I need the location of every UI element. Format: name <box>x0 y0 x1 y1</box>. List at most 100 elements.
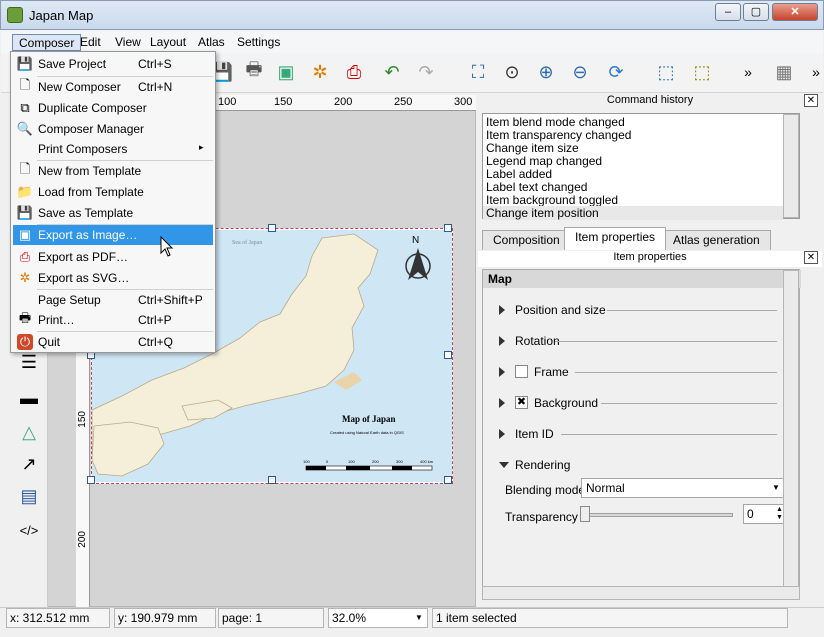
zoom-in-icon[interactable]: ⊕ <box>533 59 559 85</box>
menu-view[interactable]: View <box>109 34 147 51</box>
tab-composition[interactable]: Composition <box>482 230 571 250</box>
transparency-slider-handle[interactable] <box>580 506 590 522</box>
status-selection: 1 item selected <box>432 608 788 628</box>
menu-layout[interactable]: Layout <box>144 34 192 51</box>
duplicate-icon: ⧉ <box>20 100 30 115</box>
select-item-icon[interactable]: ⬚ <box>653 59 679 85</box>
menu-print-composers[interactable]: Print Composers ▸ <box>13 139 213 159</box>
properties-scrollbar[interactable] <box>783 270 799 590</box>
export-image-icon: ▣ <box>18 227 32 242</box>
ruler-tick-label: 200 <box>334 96 353 108</box>
tab-item-properties[interactable]: Item properties <box>564 227 667 250</box>
add-html-icon[interactable]: </> <box>16 517 42 543</box>
history-item[interactable]: Change item size <box>486 141 579 155</box>
status-y-coordinate: y: 190.979 mm <box>114 608 216 628</box>
move-content-icon[interactable]: ⬚ <box>689 59 715 85</box>
undo-icon[interactable]: ↶ <box>379 59 405 85</box>
print-icon[interactable]: 🖶 <box>241 59 267 85</box>
resize-handle[interactable] <box>268 224 276 232</box>
submenu-arrow-icon: ▸ <box>199 142 204 152</box>
history-item[interactable]: Item blend mode changed <box>486 115 625 129</box>
add-shape-icon[interactable]: △ <box>16 419 42 445</box>
history-item[interactable]: Item transparency changed <box>486 128 631 142</box>
menu-export-as-pdf[interactable]: ⎙ Export as PDF… <box>13 247 213 267</box>
background-checkbox[interactable]: ✖ <box>515 396 528 409</box>
blending-mode-label: Blending mode <box>505 483 586 497</box>
zoom-combobox[interactable]: 32.0% ▼ <box>328 608 428 628</box>
frame-checkbox[interactable] <box>515 365 528 378</box>
menu-bar: Composer Edit View Layout Atlas Settings <box>1 31 823 53</box>
menu-quit[interactable]: ⏻ Quit Ctrl+Q <box>13 332 213 352</box>
menu-load-from-template[interactable]: 📁 Load from Template <box>13 182 213 202</box>
menu-edit[interactable]: Edit <box>74 34 107 51</box>
history-scrollbar[interactable] <box>783 114 799 218</box>
refresh-icon[interactable]: ⟳ <box>603 59 629 85</box>
menu-composer[interactable]: Composer <box>12 34 82 51</box>
menu-print[interactable]: 🖶 Print… Ctrl+P <box>13 310 213 330</box>
resize-handle[interactable] <box>444 224 452 232</box>
menu-export-as-svg[interactable]: ✲ Export as SVG… <box>13 268 213 288</box>
group-line <box>561 434 777 435</box>
add-table-icon[interactable]: ▤ <box>16 483 42 509</box>
zoom-100-icon[interactable]: ⊙ <box>499 59 525 85</box>
menu-save-as-template[interactable]: 💾 Save as Template <box>13 203 213 223</box>
transparency-slider[interactable] <box>581 513 733 517</box>
spin-up-icon[interactable]: ▲ <box>776 506 783 513</box>
export-image-icon[interactable]: ▣ <box>273 59 299 85</box>
folder-icon: 📁 <box>16 184 34 199</box>
spin-down-icon[interactable]: ▼ <box>776 514 783 521</box>
menu-new-composer[interactable]: 🗋 New Composer Ctrl+N <box>13 77 213 97</box>
transparency-label: Transparency <box>505 510 578 524</box>
atlas-preview-icon[interactable]: ▦ <box>771 59 797 85</box>
composer-manager-icon: 🔍 <box>16 121 34 136</box>
qgis-app-icon <box>7 7 23 23</box>
export-svg-icon[interactable]: ✲ <box>307 59 333 85</box>
history-item[interactable]: Item background toggled <box>486 193 618 207</box>
export-svg-icon: ✲ <box>19 270 31 285</box>
history-item-selected[interactable]: Change item position <box>483 206 783 220</box>
scale-tick: 100 <box>348 459 355 464</box>
transparency-spinbox[interactable]: 0 ▲ ▼ <box>743 504 787 524</box>
zoom-out-icon[interactable]: ⊖ <box>567 59 593 85</box>
menu-composer-manager[interactable]: 🔍 Composer Manager <box>13 119 213 139</box>
menu-save-project[interactable]: 💾 Save Project Ctrl+S <box>13 54 213 74</box>
history-item[interactable]: Legend map changed <box>486 154 602 168</box>
menu-duplicate-composer[interactable]: ⧉ Duplicate Composer <box>13 98 213 118</box>
ruler-tick-label: 200 <box>77 531 88 548</box>
menu-settings[interactable]: Settings <box>231 34 286 51</box>
expand-arrow-icon <box>499 336 505 346</box>
menu-new-from-template[interactable]: 🗋 New from Template <box>13 161 213 181</box>
item-properties-panel: Map Position and size Rotation Frame ✖ Ba… <box>482 269 801 591</box>
close-command-history-button[interactable]: ✕ <box>804 94 818 107</box>
properties-horizontal-scrollbar[interactable] <box>482 586 800 600</box>
close-item-properties-button[interactable]: ✕ <box>804 251 818 264</box>
menu-atlas[interactable]: Atlas <box>192 34 231 51</box>
menu-page-setup[interactable]: Page Setup Ctrl+Shift+P <box>13 290 213 310</box>
save-icon: 💾 <box>16 56 34 71</box>
zoom-full-icon[interactable]: ⛶ <box>465 59 491 85</box>
toolbar-overflow-icon-2[interactable]: » <box>803 59 824 85</box>
export-pdf-icon[interactable]: ⎙ <box>341 59 367 85</box>
blending-mode-select[interactable]: Normal ▼ <box>581 478 787 498</box>
menu-export-as-image[interactable]: ▣ Export as Image… <box>13 225 213 245</box>
tab-atlas-generation[interactable]: Atlas generation <box>662 230 771 250</box>
resize-handle[interactable] <box>87 476 95 484</box>
history-item[interactable]: Label added <box>486 167 552 181</box>
command-history-list[interactable]: Item blend mode changed Item transparenc… <box>482 113 800 220</box>
status-page: page: 1 <box>218 608 324 628</box>
close-window-button[interactable]: ✕ <box>772 3 818 21</box>
maximize-button[interactable]: ▢ <box>743 3 769 21</box>
group-line <box>601 403 777 404</box>
redo-icon[interactable]: ↷ <box>413 59 439 85</box>
new-template-icon: 🗋 <box>19 161 31 176</box>
minimize-button[interactable]: – <box>715 3 741 21</box>
add-arrow-icon[interactable]: ↗ <box>16 451 42 477</box>
resize-handle[interactable] <box>444 476 452 484</box>
resize-handle[interactable] <box>268 476 276 484</box>
ruler-tick-label: 300 <box>454 96 473 108</box>
resize-handle[interactable] <box>444 351 452 359</box>
toolbar-overflow-icon[interactable]: » <box>735 59 761 85</box>
history-item[interactable]: Label text changed <box>486 180 587 194</box>
dropdown-arrow-icon: ▼ <box>415 613 423 622</box>
add-scalebar-icon[interactable]: ▬ <box>16 385 42 411</box>
